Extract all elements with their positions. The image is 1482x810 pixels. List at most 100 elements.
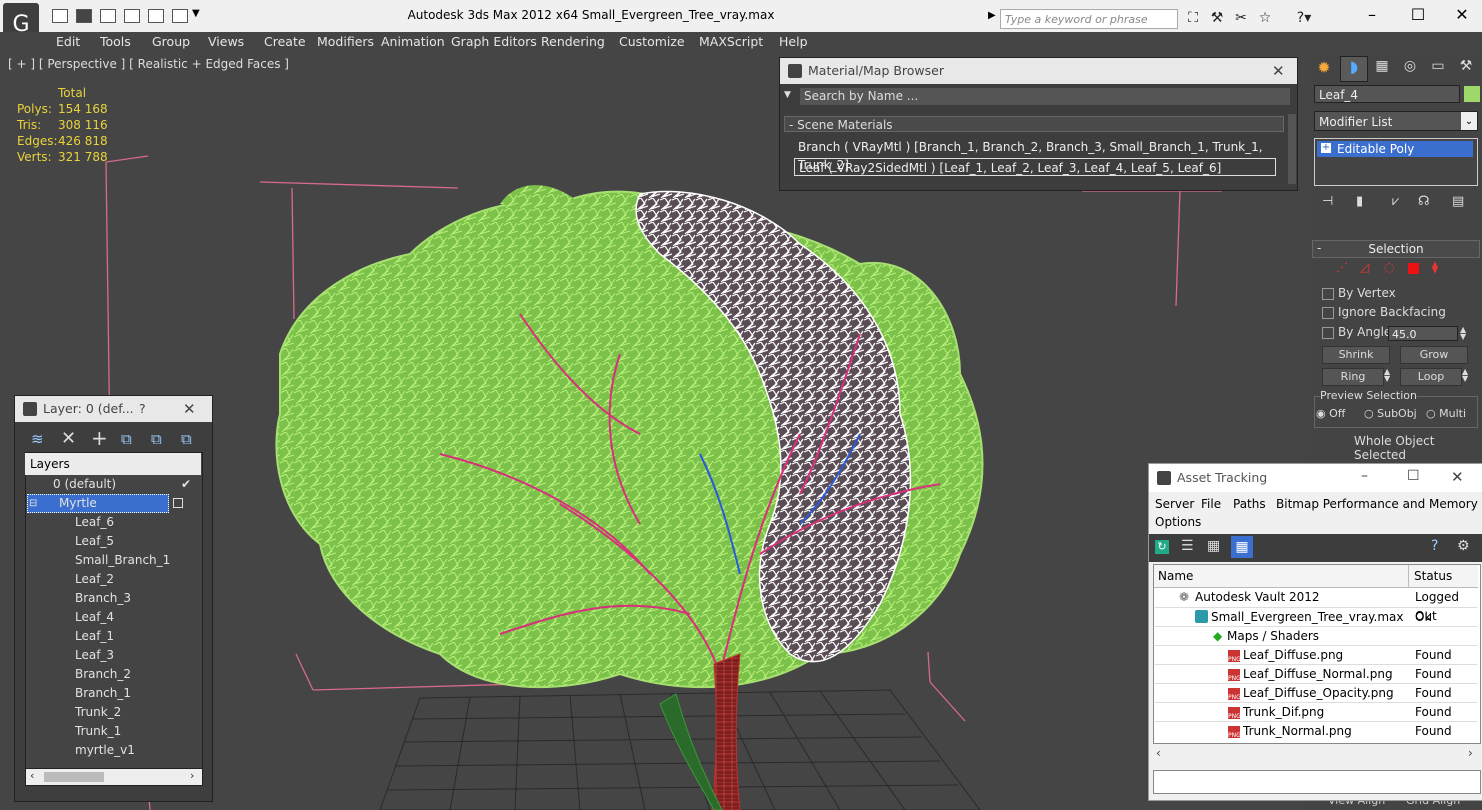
active-layer-check-icon[interactable]: ✔ xyxy=(181,475,191,494)
close-icon[interactable]: ✕ xyxy=(1451,468,1464,486)
close-button[interactable]: ✕ xyxy=(1442,4,1482,26)
new-file-icon[interactable] xyxy=(52,9,68,23)
edge-mode-icon[interactable]: ◿ xyxy=(1360,260,1369,274)
menu-server[interactable]: Server xyxy=(1155,497,1194,511)
scene-materials-rollout[interactable]: - Scene Materials xyxy=(784,116,1284,132)
menu-edit[interactable]: Edit xyxy=(56,34,80,49)
menu-views[interactable]: Views xyxy=(208,34,244,49)
collapse-icon[interactable]: ⊟ xyxy=(29,494,37,513)
help-button[interactable]: ? xyxy=(139,396,146,422)
element-mode-icon[interactable]: ⧫ xyxy=(1432,260,1438,274)
menu-tools[interactable]: Tools xyxy=(100,34,131,49)
hierarchy-tab-icon[interactable]: ▦ xyxy=(1370,58,1394,80)
layer-manager-titlebar[interactable]: Layer: 0 (def... ? ✕ xyxy=(15,396,212,422)
column-status[interactable]: Status xyxy=(1414,569,1452,583)
preview-subobj-radio[interactable]: ○ SubObj xyxy=(1364,407,1417,420)
help-icon[interactable]: ?▾ xyxy=(1290,9,1318,27)
asset-row-maps[interactable]: ◆ Maps / Shaders xyxy=(1155,626,1477,646)
minimize-button[interactable]: – xyxy=(1352,4,1392,26)
utilities-tab-icon[interactable]: ⚒ xyxy=(1454,58,1478,80)
refresh-icon[interactable]: ↻ xyxy=(1155,540,1169,554)
scroll-thumb[interactable] xyxy=(44,772,104,782)
selection-rollout-header[interactable]: - Selection xyxy=(1312,240,1480,258)
select-in-layer-icon[interactable]: ⧉ xyxy=(121,430,132,448)
save-icon[interactable] xyxy=(76,9,92,23)
favorites-star-icon[interactable]: ☆ xyxy=(1256,9,1274,27)
close-icon[interactable]: ✕ xyxy=(1272,58,1285,84)
layers-column-header[interactable]: Layers xyxy=(25,453,201,475)
hold-icon[interactable] xyxy=(124,9,140,23)
modify-tab-icon[interactable]: ◗ xyxy=(1340,56,1368,82)
layer-object-row[interactable]: Leaf_4 xyxy=(25,608,199,627)
asset-row-png[interactable]: PNG Trunk_Normal.png Found xyxy=(1155,721,1477,741)
loop-button[interactable]: Loop xyxy=(1400,368,1462,386)
hide-all-layers-icon[interactable]: ⧉ xyxy=(181,430,192,448)
column-name[interactable]: Name xyxy=(1158,569,1193,583)
configure-modifier-sets-icon[interactable]: ▤ xyxy=(1452,194,1464,209)
layer-object-row[interactable]: myrtle_v1 xyxy=(25,741,199,760)
material-item-leaf[interactable]: Leaf ( VRay2SidedMtl ) [Leaf_1, Leaf_2, … xyxy=(794,158,1276,176)
settings-icon[interactable]: ⚙ xyxy=(1457,538,1470,554)
create-tab-icon[interactable]: ✹ xyxy=(1312,58,1336,80)
layer-object-row[interactable]: Leaf_1 xyxy=(25,627,199,646)
close-icon[interactable]: ✕ xyxy=(183,396,196,422)
layer-row-myrtle[interactable]: ⊟ Myrtle xyxy=(25,494,199,513)
open-icon[interactable] xyxy=(100,9,116,23)
menu-customize[interactable]: Customize xyxy=(619,34,685,49)
object-name-field[interactable]: Leaf_4 xyxy=(1314,85,1460,103)
scroll-left-icon[interactable]: ‹ xyxy=(1156,746,1161,760)
new-layer-icon[interactable]: ≋ xyxy=(31,430,44,448)
menu-modifiers[interactable]: Modifiers xyxy=(317,34,374,49)
layer-object-row[interactable]: Leaf_2 xyxy=(25,570,199,589)
scroll-left-icon[interactable]: ‹ xyxy=(30,769,34,782)
menu-bitmap-performance[interactable]: Bitmap Performance and Memory xyxy=(1276,497,1478,511)
pin-stack-icon[interactable]: ⊣ xyxy=(1322,194,1333,209)
delete-layer-icon[interactable]: ✕ xyxy=(61,428,76,449)
layer-object-row[interactable]: Trunk_1 xyxy=(25,722,199,741)
expand-plus-icon[interactable]: + xyxy=(1321,143,1331,153)
ignore-backfacing-checkbox[interactable] xyxy=(1322,307,1334,319)
redo-icon[interactable] xyxy=(172,9,188,23)
asset-horizontal-scrollbar[interactable]: ‹ › xyxy=(1154,746,1478,762)
material-item-branch[interactable]: Branch ( VRayMtl ) [Branch_1, Branch_2, … xyxy=(794,138,1282,172)
keyword-search-input[interactable]: Type a keyword or phrase xyxy=(1000,9,1178,29)
table-view-icon[interactable]: ▦ xyxy=(1231,536,1253,558)
tools-icon[interactable]: ⚒ xyxy=(1208,9,1226,27)
object-color-swatch[interactable] xyxy=(1464,86,1480,102)
highlight-layer-icon[interactable]: ⧉ xyxy=(151,430,162,448)
menu-paths[interactable]: Paths xyxy=(1233,497,1266,511)
preview-off-radio[interactable]: ◉ Off xyxy=(1316,407,1345,420)
preview-multi-radio[interactable]: ○ Multi xyxy=(1426,407,1466,420)
minimize-button[interactable]: – xyxy=(1361,468,1368,484)
menu-rendering[interactable]: Rendering xyxy=(541,34,605,49)
modifier-list-dropdown[interactable]: Modifier List ⌄ xyxy=(1314,111,1478,131)
shrink-button[interactable]: Shrink xyxy=(1322,346,1390,364)
layer-row-default[interactable]: 0 (default) ✔ xyxy=(25,475,199,494)
asset-row-max-file[interactable]: Small_Evergreen_Tree_vray.max Ok xyxy=(1155,607,1477,627)
search-expand-icon[interactable]: ▶ xyxy=(988,10,996,21)
list-view-icon[interactable]: ☰ xyxy=(1181,538,1194,554)
maximize-button[interactable]: ☐ xyxy=(1398,4,1438,26)
layer-object-row[interactable]: Branch_3 xyxy=(25,589,199,608)
layer-object-row[interactable]: Trunk_2 xyxy=(25,703,199,722)
help-icon[interactable]: ? xyxy=(1431,538,1438,554)
asset-path-field[interactable] xyxy=(1153,770,1481,794)
maximize-button[interactable]: ☐ xyxy=(1407,468,1420,484)
stack-item-editable-poly[interactable]: Editable Poly xyxy=(1317,141,1473,157)
asset-row-png[interactable]: PNG Leaf_Diffuse.png Found xyxy=(1155,645,1477,665)
menu-group[interactable]: Group xyxy=(152,34,190,49)
subscription-icon[interactable]: ✂ xyxy=(1232,9,1250,27)
binoculars-icon[interactable]: ⛶ xyxy=(1184,9,1202,27)
asset-row-png[interactable]: PNG Trunk_Dif.png Found xyxy=(1155,702,1477,722)
scroll-right-icon[interactable]: › xyxy=(1468,746,1473,760)
layer-object-row[interactable]: Leaf_3 xyxy=(25,646,199,665)
browser-options-icon[interactable]: ▼ xyxy=(784,90,791,100)
layer-object-row[interactable]: Leaf_5 xyxy=(25,532,199,551)
viewport-label[interactable]: [ + ] [ Perspective ] [ Realistic + Edge… xyxy=(8,57,289,71)
column-divider[interactable] xyxy=(1408,565,1409,587)
current-layer-box-icon[interactable] xyxy=(173,498,183,508)
polygon-mode-icon[interactable] xyxy=(1408,263,1419,274)
angle-spinner-input[interactable]: 45.0 xyxy=(1388,326,1458,341)
loop-spinner-arrows[interactable]: ▲ ▼ xyxy=(1462,368,1468,383)
layer-object-row[interactable]: Leaf_6 xyxy=(25,513,199,532)
